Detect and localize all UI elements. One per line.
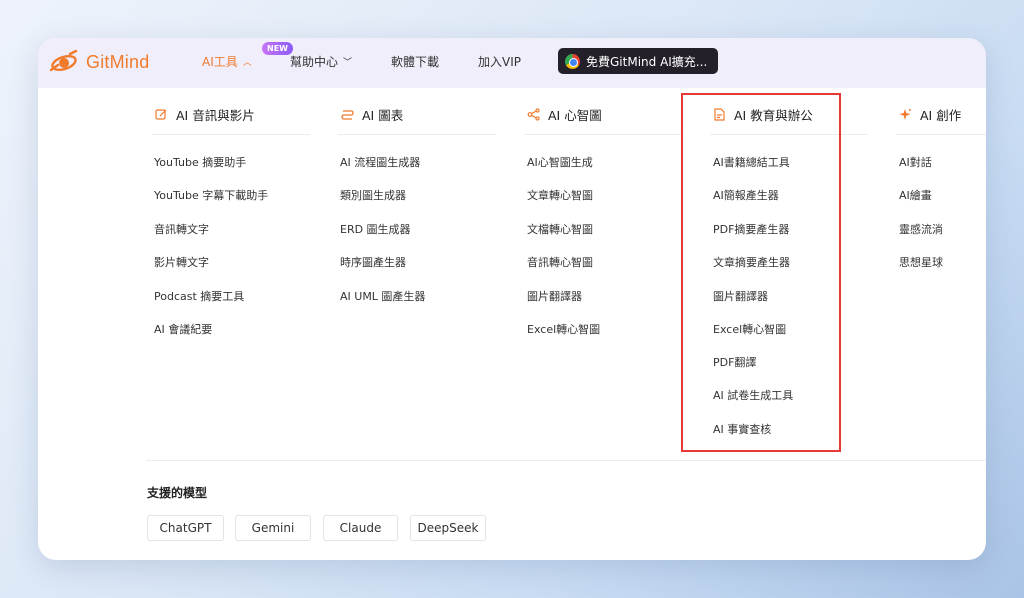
menu-link[interactable]: 文檔轉心智圖 [527,221,593,237]
nav-vip-label: 加入VIP [478,55,521,69]
section-divider [146,460,986,461]
chart-flow-icon [340,108,354,122]
menu-link[interactable]: 圖片翻譯器 [527,288,582,304]
gitmind-logo[interactable]: GitMind [48,48,149,76]
menu-link[interactable]: 音訊轉文字 [154,221,209,237]
column-title: AI 創作 [920,108,962,123]
chrome-icon [565,53,580,69]
nav-help-center-label: 幫助中心 [290,55,339,69]
column-header-audio-video: AI 音訊與影片 [154,105,255,124]
menu-link[interactable]: 思想星球 [899,254,943,270]
new-badge: NEW [262,42,293,55]
menu-link[interactable]: Podcast 摘要工具 [154,288,244,304]
sparkle-icon [898,108,912,122]
menu-link[interactable]: 音訊轉心智圖 [527,254,593,270]
highlight-box [681,93,841,452]
menu-link[interactable]: AI 流程圖生成器 [340,154,420,170]
chevron-down-icon: ﹀ [343,58,353,68]
menu-link[interactable]: AI心智圖生成 [527,154,593,170]
menu-link[interactable]: YouTube 字幕下載助手 [154,187,268,203]
nav-ai-tools[interactable]: AI工具 ︿ [202,53,252,70]
gitmind-logo-icon [49,49,78,72]
model-chip-deepseek[interactable]: DeepSeek [410,515,486,541]
nav-download-label: 軟體下載 [391,55,440,69]
column-divider [338,134,496,135]
menu-link[interactable]: YouTube 摘要助手 [154,154,246,170]
column-header-charts: AI 圖表 [340,105,403,124]
chrome-extension-label: 免費GitMind AI擴充... [586,54,708,69]
column-divider [152,134,310,135]
menu-link[interactable]: AI 會議紀要 [154,321,212,337]
menu-link[interactable]: 影片轉文字 [154,254,209,270]
column-header-mindmap: AI 心智圖 [526,105,602,124]
column-divider [524,134,682,135]
nav-help-center[interactable]: 幫助中心 ﹀ [290,53,352,70]
supported-models-title: 支援的模型 [147,486,208,500]
chrome-extension-button[interactable]: 免費GitMind AI擴充... [558,48,718,74]
menu-link[interactable]: Excel轉心智圖 [527,321,600,337]
chevron-up-icon: ︿ [242,58,252,68]
top-navbar: GitMind AI工具 ︿ NEW 幫助中心 ﹀ 軟體下載 加入VIP 免費G… [38,38,986,88]
model-chip-chatgpt[interactable]: ChatGPT [147,515,224,541]
menu-link[interactable]: ERD 圖生成器 [340,221,411,237]
column-title: AI 圖表 [362,108,404,123]
menu-link[interactable]: 時序圖產生器 [340,254,406,270]
menu-link[interactable]: AI UML 圖產生器 [340,288,425,304]
mindmap-icon [526,108,540,122]
nav-vip[interactable]: 加入VIP [478,53,521,70]
column-title: AI 心智圖 [548,108,602,123]
menu-link[interactable]: 靈感流淌 [899,221,943,237]
column-title: AI 音訊與影片 [176,108,255,123]
brand-name: GitMind [86,51,150,72]
menu-link[interactable]: AI繪畫 [899,187,932,203]
nav-download[interactable]: 軟體下載 [391,53,439,70]
column-divider [896,134,986,135]
video-edit-icon [154,108,168,122]
nav-dropdown-card: GitMind AI工具 ︿ NEW 幫助中心 ﹀ 軟體下載 加入VIP 免費G… [38,38,986,560]
model-chip-gemini[interactable]: Gemini [235,515,311,541]
model-chip-claude[interactable]: Claude [323,515,398,541]
menu-link[interactable]: AI對話 [899,154,932,170]
nav-ai-tools-label: AI工具 [202,55,238,69]
menu-link[interactable]: 文章轉心智圖 [527,187,593,203]
menu-link[interactable]: 類別圖生成器 [340,187,406,203]
column-header-creation: AI 創作 [898,105,961,124]
